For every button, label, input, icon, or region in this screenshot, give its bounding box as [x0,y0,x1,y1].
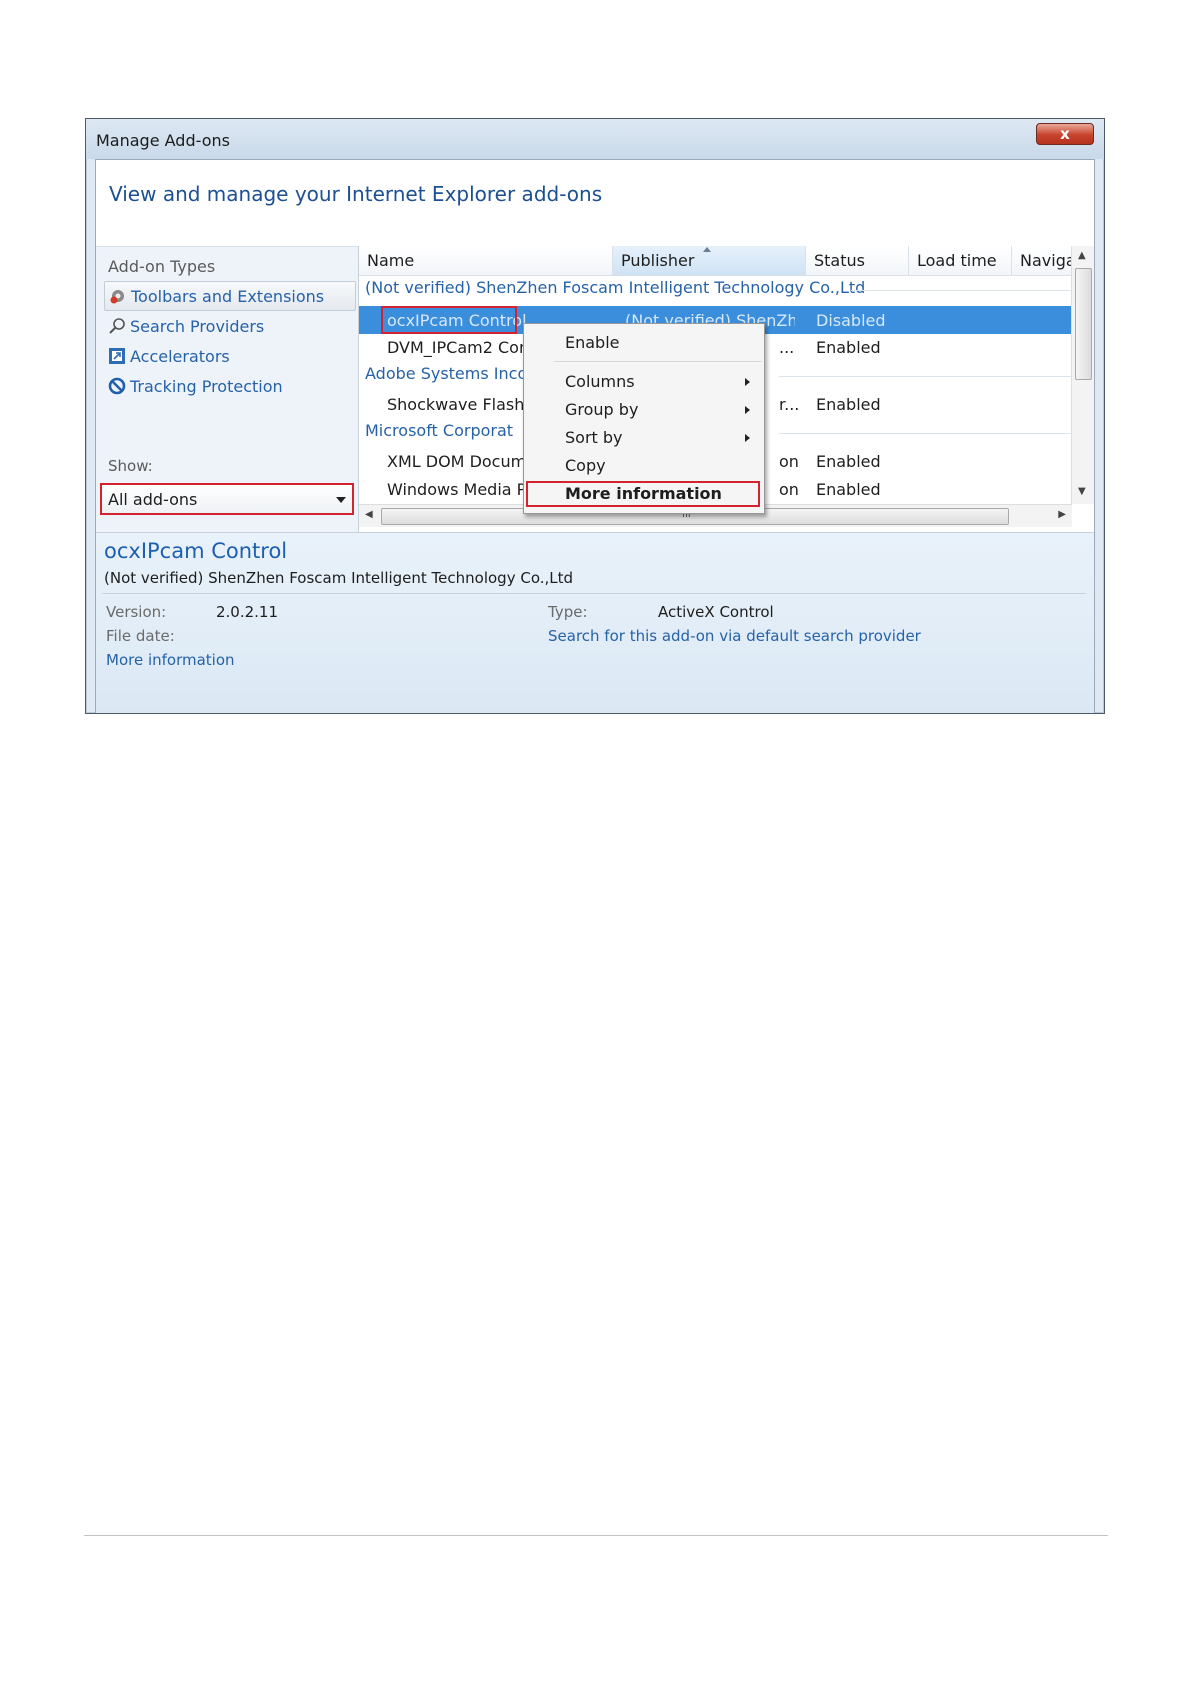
menu-separator [554,361,762,362]
page-footer-rule [84,1535,1108,1536]
chevron-down-icon [336,497,346,503]
cell-publisher: on [779,480,799,499]
column-header-name[interactable]: Name [359,246,613,276]
sidebar-item-label: Search Providers [130,316,265,336]
title-bar: Manage Add-ons x [86,119,1104,159]
sidebar-item-label: Toolbars and Extensions [131,286,325,306]
search-icon [108,317,126,335]
highlight-box [381,306,517,334]
page-heading: View and manage your Internet Explorer a… [109,182,603,206]
group-divider [851,290,1072,291]
context-menu: Enable Columns Group by Sort by Copy Mor… [523,323,765,514]
cell-publisher: on [779,452,799,471]
column-header-publisher[interactable]: Publisher [613,246,806,276]
cell-status: Enabled [816,395,881,414]
cell-publisher: ... [779,338,795,357]
submenu-arrow-icon [745,434,750,442]
sidebar-item-tracking-protection[interactable]: Tracking Protection [104,371,356,401]
search-addon-link[interactable]: Search for this add-on via default searc… [548,627,921,645]
menu-item-enable[interactable]: Enable [524,330,764,356]
cell-publisher: r... [779,395,800,414]
menu-item-label: Columns [565,372,635,391]
column-header-status[interactable]: Status [806,246,909,276]
version-label: Version: [106,603,167,621]
window-title: Manage Add-ons [96,131,230,150]
cell-status: Enabled [816,338,881,357]
group-header-microsoft: Microsoft Corporat [365,421,514,440]
submenu-arrow-icon [745,378,750,386]
sort-ascending-icon [703,247,711,252]
type-value: ActiveX Control [658,603,774,621]
addon-types-sidebar: Add-on Types Toolbars and Extensions Sea… [96,246,358,533]
column-header-load-time[interactable]: Load time [909,246,1012,276]
details-pane: ocxIPcam Control (Not verified) ShenZhen… [96,532,1094,713]
sidebar-item-label: Accelerators [130,346,230,366]
accelerator-icon [108,347,126,365]
menu-item-group-by[interactable]: Group by [524,397,764,423]
menu-item-columns[interactable]: Columns [524,369,764,395]
cell-status: Enabled [816,452,881,471]
cell-status: Disabled [816,311,886,330]
sidebar-item-label: Tracking Protection [130,376,283,396]
menu-item-copy[interactable]: Copy [524,453,764,479]
submenu-arrow-icon [745,406,750,414]
type-label: Type: [548,603,588,621]
show-dropdown[interactable]: All add-ons [100,483,354,515]
scroll-right-icon[interactable]: ▶ [1058,509,1066,520]
group-header-adobe: Adobe Systems Inco [365,364,528,383]
cell-name: XML DOM Docum [387,452,523,471]
menu-item-label: Group by [565,400,639,419]
gear-icon [109,287,127,305]
show-label: Show: [108,457,153,475]
menu-item-label: Sort by [565,428,623,447]
sidebar-item-toolbars[interactable]: Toolbars and Extensions [104,281,356,311]
scroll-left-icon[interactable]: ◀ [365,509,373,520]
cell-name: Shockwave Flash C [387,395,523,414]
no-entry-icon [108,377,126,395]
details-addon-name: ocxIPcam Control [104,539,288,563]
more-information-link[interactable]: More information [106,651,235,669]
cell-name: DVM_IPCam2 Con [387,338,523,357]
scroll-up-icon[interactable]: ▲ [1078,250,1086,261]
details-publisher: (Not verified) ShenZhen Foscam Intellige… [104,569,574,587]
cell-name: Windows Media P [387,480,523,499]
version-value: 2.0.2.11 [216,603,279,621]
scroll-down-icon[interactable]: ▼ [1078,486,1086,497]
column-header-label: Publisher [621,251,695,270]
vertical-scroll-thumb[interactable] [1075,268,1092,380]
details-divider [102,593,1086,594]
group-divider [779,433,1072,434]
menu-item-sort-by[interactable]: Sort by [524,425,764,451]
addon-types-caption: Add-on Types [108,257,216,276]
group-divider [779,376,1072,377]
file-date-label: File date: [106,627,175,645]
sidebar-item-accelerators[interactable]: Accelerators [104,341,356,371]
menu-item-more-information[interactable]: More information [526,481,760,507]
show-dropdown-value: All add-ons [108,489,198,509]
group-header-foscam: (Not verified) ShenZhen Foscam Intellige… [365,278,866,297]
close-button[interactable]: x [1036,123,1094,145]
sidebar-item-search-providers[interactable]: Search Providers [104,311,356,341]
cell-status: Enabled [816,480,881,499]
vertical-scrollbar[interactable]: ▲ ▼ [1071,246,1094,504]
